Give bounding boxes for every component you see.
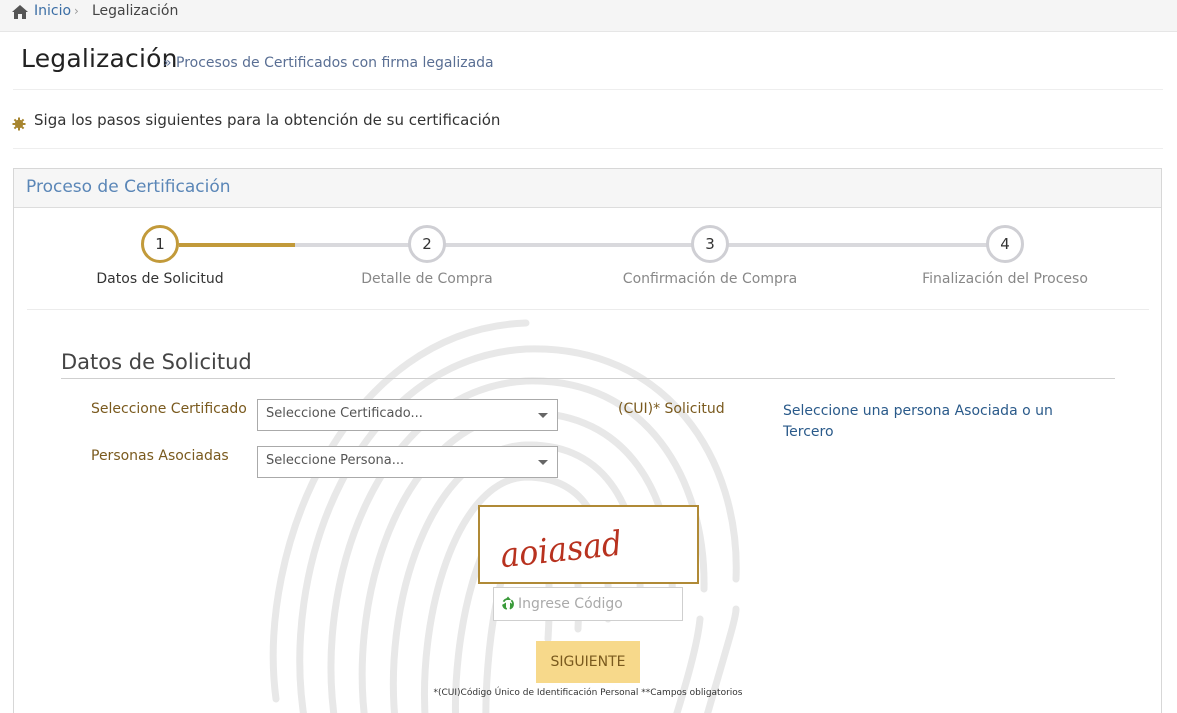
select-person-link[interactable]: Seleccione una persona Asociada o un Ter… xyxy=(783,401,1073,443)
wizard-progress-track xyxy=(295,243,1005,247)
next-button[interactable]: SIGUIENTE xyxy=(536,641,640,683)
breadcrumb-current: Legalización xyxy=(92,3,179,19)
breadcrumb-separator: › xyxy=(74,4,79,18)
panel-heading: Proceso de Certificación xyxy=(14,169,1161,208)
wizard-step-3[interactable]: 3 xyxy=(691,225,729,263)
instruction-text: Siga los pasos siguientes para la obtenc… xyxy=(34,111,501,129)
breadcrumb-home-link[interactable]: Inicio xyxy=(34,3,71,19)
footnote: *(CUI)Código Único de Identificación Per… xyxy=(433,688,743,698)
divider xyxy=(27,309,1149,310)
wizard-step-4[interactable]: 4 xyxy=(986,225,1024,263)
section-title: Datos de Solicitud xyxy=(61,350,252,374)
wizard-step-4-label: Finalización del Proceso xyxy=(922,271,1088,287)
page-subtitle: » Procesos de Certificados con firma leg… xyxy=(163,55,494,71)
captcha-image: aoiasad xyxy=(478,505,699,584)
refresh-icon[interactable] xyxy=(500,595,516,611)
personas-select-value: Seleccione Persona... xyxy=(266,453,405,468)
captcha-input-field[interactable] xyxy=(493,587,683,621)
page-title: Legalización xyxy=(21,44,178,73)
captcha-text-graphic: aoiasad xyxy=(498,524,624,577)
wizard-step-1-label: Datos de Solicitud xyxy=(96,271,224,287)
cui-label: (CUI)* Solicitud xyxy=(618,401,725,417)
personas-select[interactable]: Seleccione Persona... xyxy=(257,446,558,478)
certification-panel: Proceso de Certificación 1 2 3 4 Datos d… xyxy=(13,168,1162,713)
wizard-progress-active xyxy=(179,243,295,247)
divider xyxy=(61,378,1115,379)
divider xyxy=(13,89,1163,90)
chevron-down-icon xyxy=(538,460,548,465)
home-icon[interactable] xyxy=(11,4,29,20)
wizard-step-2-label: Detalle de Compra xyxy=(361,271,493,287)
chevron-down-icon xyxy=(538,413,548,418)
wizard-step-1[interactable]: 1 xyxy=(141,225,179,263)
certificado-select-value: Seleccione Certificado... xyxy=(266,406,423,421)
divider xyxy=(13,148,1163,149)
personas-label: Personas Asociadas xyxy=(91,448,229,464)
panel-title: Proceso de Certificación xyxy=(26,177,231,197)
wizard-step-2[interactable]: 2 xyxy=(408,225,446,263)
certificado-select[interactable]: Seleccione Certificado... xyxy=(257,399,558,431)
gear-bullet-icon xyxy=(12,117,26,131)
wizard-step-3-label: Confirmación de Compra xyxy=(622,271,798,287)
breadcrumb: Inicio › Legalización xyxy=(0,0,1177,32)
captcha-input[interactable] xyxy=(518,592,678,616)
certificado-label: Seleccione Certificado xyxy=(91,401,247,417)
captcha-text: aoiasad xyxy=(498,524,624,577)
